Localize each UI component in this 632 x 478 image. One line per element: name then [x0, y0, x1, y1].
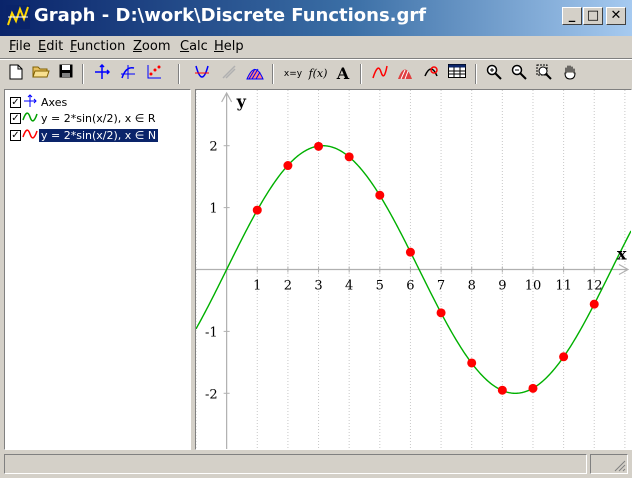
function-real-label: y = 2*sin(x/2), x ∈ R	[41, 111, 156, 125]
save-disk-icon[interactable]	[56, 64, 76, 84]
axes-icon[interactable]	[92, 63, 112, 84]
pan-hand-icon[interactable]	[560, 64, 580, 84]
point-natural	[467, 358, 477, 368]
point-natural	[405, 247, 415, 257]
app-graph-icon	[6, 5, 30, 29]
axes-label: Axes	[41, 96, 68, 109]
menu-edit[interactable]: Edit	[38, 39, 63, 54]
red-curve-icon	[21, 128, 39, 142]
x-tick-label: 11	[555, 279, 572, 294]
zoom-out-icon[interactable]	[509, 64, 529, 84]
new-file-icon[interactable]	[6, 64, 26, 84]
plot-svg[interactable]: 1 2 3 4 5 6 7 8 9 10 11 12-2-112xy	[196, 90, 631, 449]
evaluate-curve-icon[interactable]	[370, 64, 390, 84]
open-folder-icon[interactable]	[31, 64, 51, 84]
green-curve-icon	[21, 111, 39, 125]
x-tick-label: 12	[586, 279, 603, 294]
zoom-square-icon[interactable]	[534, 64, 554, 84]
y-axis-label: y	[236, 92, 247, 111]
x-axis-label: x	[617, 245, 627, 264]
relation-icon[interactable]	[219, 64, 239, 84]
menu-bar: File Edit Function Zoom Calc Help	[0, 36, 632, 58]
point-natural	[436, 308, 446, 318]
minimize-button[interactable]: _	[562, 7, 582, 25]
function-list-panel: ✓ Axes ✓ y = 2*sin(x/2), x ∈ R ✓ y = 2*sin(…	[4, 89, 191, 450]
checkbox-function-real[interactable]: ✓	[10, 112, 21, 124]
x-tick-label: 10	[525, 279, 542, 294]
point-natural	[283, 161, 293, 171]
menu-file[interactable]: File	[9, 39, 31, 54]
title-bar[interactable]: Graph - D:\work\Discrete Functions.grf _…	[0, 0, 632, 36]
menu-zoom[interactable]: Zoom	[133, 39, 170, 54]
window-title: Graph - D:\work\Discrete Functions.grf	[34, 5, 427, 26]
resize-grip-icon[interactable]	[591, 455, 627, 473]
text-label-icon[interactable]: A	[333, 64, 353, 84]
point-natural	[497, 385, 507, 395]
function-natural-label: y = 2*sin(x/2), x ∈ N	[39, 128, 159, 142]
point-natural	[559, 352, 569, 362]
axes-icon	[21, 94, 39, 111]
maximize-button[interactable]: □	[583, 7, 603, 25]
x-tick-label: 7	[437, 279, 445, 294]
x-tick-label: 9	[498, 279, 506, 294]
xy-label-icon[interactable]: x=y	[282, 64, 304, 84]
point-natural	[344, 152, 354, 162]
trace-icon[interactable]	[421, 64, 441, 84]
list-item-function-natural[interactable]: ✓ y = 2*sin(x/2), x ∈ N	[10, 128, 159, 144]
checkbox-function-natural[interactable]: ✓	[10, 129, 21, 141]
y-tick-label: 1	[209, 202, 217, 217]
point-series-icon[interactable]	[144, 64, 164, 84]
status-panel-main	[4, 454, 587, 474]
table-icon[interactable]	[447, 64, 467, 84]
point-natural	[314, 141, 324, 151]
y-tick-label: -2	[205, 387, 218, 402]
x-tick-label: 3	[314, 279, 322, 294]
y-tick-label: 2	[209, 140, 217, 155]
x-tick-label: 5	[376, 279, 384, 294]
point-natural	[375, 190, 385, 200]
area-icon[interactable]	[395, 64, 415, 84]
x-tick-label: 4	[345, 279, 353, 294]
y-tick-label: -1	[205, 325, 218, 340]
status-bar	[0, 452, 632, 478]
point-natural	[528, 383, 538, 393]
x-tick-label: 8	[468, 279, 476, 294]
x-tick-label: 6	[406, 279, 414, 294]
point-natural	[589, 299, 599, 309]
menu-function[interactable]: Function	[70, 39, 125, 54]
tangent-icon[interactable]	[192, 64, 212, 84]
checkbox-axes[interactable]: ✓	[10, 97, 21, 108]
shading-icon[interactable]	[245, 64, 265, 84]
insert-function-icon[interactable]	[118, 64, 138, 84]
close-button[interactable]: ✕	[606, 7, 626, 25]
point-natural	[252, 205, 262, 215]
zoom-in-icon[interactable]	[484, 64, 504, 84]
list-item-axes[interactable]: ✓ Axes	[10, 94, 69, 110]
x-tick-label: 2	[284, 279, 292, 294]
x-tick-label: 1	[253, 279, 261, 294]
graph-area[interactable]: 1 2 3 4 5 6 7 8 9 10 11 12 -2 -1 1 2 x y	[195, 89, 632, 450]
toolbar: x=y f(x) A	[0, 61, 632, 87]
status-panel-grip	[590, 454, 628, 474]
list-item-function-real[interactable]: ✓ y = 2*sin(x/2), x ∈ R	[10, 111, 158, 127]
fx-label-icon[interactable]: f(x)	[308, 64, 328, 84]
menu-calc[interactable]: Calc	[180, 39, 208, 54]
menu-separator	[0, 58, 632, 60]
menu-help[interactable]: Help	[214, 39, 244, 54]
